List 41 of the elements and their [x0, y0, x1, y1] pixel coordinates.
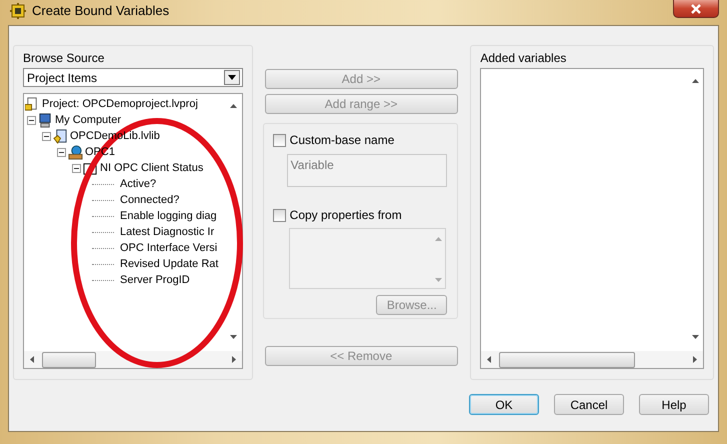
computer-icon — [38, 112, 53, 128]
close-button[interactable] — [673, 0, 719, 18]
tree-item[interactable]: NI OPC Client Status — [100, 162, 204, 174]
scroll-up-icon[interactable] — [692, 79, 698, 83]
scroll-down-icon[interactable] — [692, 335, 698, 339]
collapse-icon[interactable] — [57, 148, 66, 156]
tree-item[interactable]: Latest Diagnostic Ir — [120, 226, 214, 238]
scroll-thumb[interactable] — [42, 352, 96, 368]
collapse-icon[interactable] — [42, 132, 51, 140]
scroll-up-icon[interactable] — [230, 104, 238, 108]
tree-item[interactable]: Active? — [120, 178, 156, 190]
checkbox-label: Custom-base name — [290, 133, 394, 147]
source-dropdown[interactable]: Project Items — [23, 68, 243, 87]
app-icon — [10, 3, 26, 19]
scroll-left-icon[interactable] — [30, 356, 34, 363]
checkbox[interactable] — [272, 208, 286, 222]
tree-item[interactable]: Revised Update Rat — [120, 258, 218, 270]
window-title: Create Bound Variables — [32, 3, 170, 18]
section-label: Added variables — [480, 51, 568, 67]
globe-icon — [68, 144, 83, 160]
tree-item[interactable]: Enable logging diag — [120, 210, 217, 222]
scroll-right-icon[interactable] — [693, 356, 697, 363]
collapse-icon[interactable] — [72, 164, 81, 172]
dialog-button[interactable]: Cancel — [554, 394, 624, 415]
scroll-left-icon[interactable] — [487, 356, 492, 363]
tree-item[interactable]: OPC Interface Versi — [120, 242, 218, 254]
checkbox-label: Copy properties from — [290, 208, 402, 222]
close-icon — [690, 4, 702, 14]
section-label: Browse Source — [23, 51, 106, 67]
tree-item[interactable]: Project: OPCDemoproject.lvproj — [42, 98, 198, 110]
dropdown-value: Project Items — [27, 70, 98, 84]
tree-item[interactable]: My Computer — [55, 114, 122, 126]
scroll-down-icon[interactable] — [230, 335, 238, 339]
tree-item[interactable]: Connected? — [120, 194, 180, 206]
collapse-icon[interactable] — [27, 116, 36, 124]
checkbox[interactable] — [272, 134, 286, 146]
dialog-button[interactable]: OK — [469, 394, 539, 415]
scroll-right-icon[interactable] — [232, 356, 236, 363]
dialog-button[interactable]: Help — [639, 394, 709, 415]
scroll-thumb[interactable] — [499, 352, 636, 368]
tree-item[interactable]: Server ProgID — [120, 274, 190, 286]
